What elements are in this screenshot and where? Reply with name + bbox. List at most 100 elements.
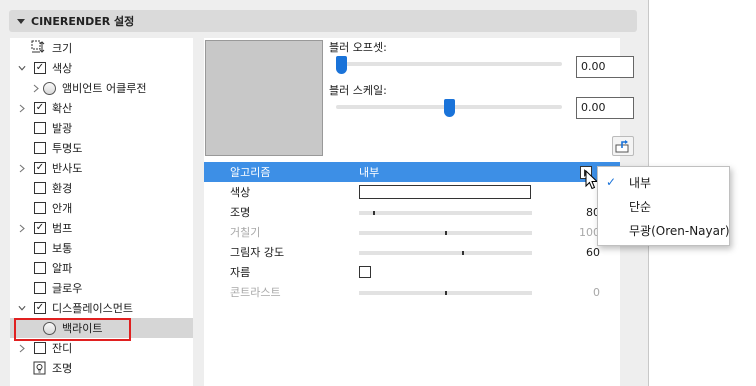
tree-item-label: 크기 xyxy=(52,42,73,55)
tree-item-alpha[interactable]: 알파 xyxy=(10,258,193,278)
checkbox[interactable] xyxy=(34,262,46,274)
annotation-highlight-box xyxy=(14,318,131,341)
tree-item-glow[interactable]: 글로우 xyxy=(10,278,193,298)
tree-item-label: 디스플레이스먼트 xyxy=(52,302,133,315)
blur-offset-track[interactable] xyxy=(336,62,562,66)
contrast-label: 콘트라스트 xyxy=(230,286,281,299)
chevron-right-icon[interactable] xyxy=(18,164,26,172)
tree-item-luminance[interactable]: 발광 xyxy=(10,118,193,138)
tree-item-ambient-occlusion[interactable]: 앰비언트 어클루전 xyxy=(10,78,193,98)
section-title: CINERENDER 설정 xyxy=(31,15,135,28)
section-header[interactable]: CINERENDER 설정 xyxy=(9,10,637,32)
checkbox[interactable]: ✓ xyxy=(34,62,46,74)
menu-item-label: 내부 xyxy=(629,175,652,190)
menu-item-label: 무광(Oren-Nayar) xyxy=(629,223,730,238)
algorithm-dropdown-menu: ✓ 내부 단순 무광(Oren-Nayar) xyxy=(597,166,730,246)
shadow-intensity-slider[interactable] xyxy=(359,251,532,255)
menu-item-oren-nayar[interactable]: 무광(Oren-Nayar) xyxy=(598,218,730,242)
material-preview xyxy=(205,40,323,156)
illumination-value: 80 xyxy=(586,205,600,219)
tree-item-displacement[interactable]: ✓ 디스플레이스먼트 xyxy=(10,298,193,318)
illumination-slider[interactable] xyxy=(359,211,532,215)
export-preview-button[interactable] xyxy=(612,136,634,156)
menu-item-simple[interactable]: 단순 xyxy=(598,194,729,218)
blur-scale-label: 블러 스케일: xyxy=(329,84,387,97)
tree-item-label: 글로우 xyxy=(52,282,83,295)
roughness-slider[interactable] xyxy=(359,231,532,235)
chevron-right-icon[interactable] xyxy=(18,104,26,112)
tree-item-label: 색상 xyxy=(52,62,73,75)
tree-item-label: 반사도 xyxy=(52,162,83,175)
radio-sphere-icon[interactable] xyxy=(43,82,56,95)
tree-item-color[interactable]: ✓ 색상 xyxy=(10,58,193,78)
table-row-contrast[interactable]: 콘트라스트 0 xyxy=(204,282,620,302)
shadow-intensity-value: 60 xyxy=(586,245,600,259)
roughness-label: 거칠기 xyxy=(230,226,261,239)
checkbox[interactable]: ✓ xyxy=(34,222,46,234)
chevron-down-icon[interactable] xyxy=(18,304,26,312)
tree-item-transparency[interactable]: 투명도 xyxy=(10,138,193,158)
checkbox[interactable] xyxy=(34,182,46,194)
light-bulb-icon xyxy=(32,361,46,375)
checkbox[interactable]: ✓ xyxy=(34,302,46,314)
tree-item-label: 안개 xyxy=(52,202,73,215)
table-row-shadow-intensity[interactable]: 그림자 강도 60 xyxy=(204,242,620,262)
chevron-right-icon[interactable] xyxy=(18,224,26,232)
color-swatch[interactable] xyxy=(359,185,531,199)
blur-offset-input[interactable]: 0.00 xyxy=(576,56,634,78)
menu-item-internal[interactable]: ✓ 내부 xyxy=(598,170,729,194)
chevron-right-icon[interactable] xyxy=(32,84,40,92)
clip-checkbox[interactable] xyxy=(359,266,371,278)
blur-offset-slider[interactable] xyxy=(336,56,347,74)
slider-marker xyxy=(462,251,464,255)
checkbox[interactable] xyxy=(34,142,46,154)
tree-item-label: 확산 xyxy=(52,102,73,115)
slider-marker xyxy=(373,211,375,215)
checkbox[interactable] xyxy=(34,342,46,354)
slider-marker xyxy=(445,231,447,235)
tree-item-illumination[interactable]: 조명 xyxy=(10,358,193,378)
tree-item-bump[interactable]: ✓ 범프 xyxy=(10,218,193,238)
tree-item-label: 투명도 xyxy=(52,142,83,155)
resize-icon xyxy=(31,40,45,54)
blur-scale-slider[interactable] xyxy=(444,99,455,117)
tree-item-normal[interactable]: 보통 xyxy=(10,238,193,258)
tree-item-label: 앰비언트 어클루전 xyxy=(62,82,147,95)
collapse-triangle-icon[interactable] xyxy=(17,18,25,24)
chevron-right-icon[interactable] xyxy=(18,344,26,352)
blur-scale-input[interactable]: 0.00 xyxy=(576,97,634,119)
checkbox[interactable]: ✓ xyxy=(34,102,46,114)
tree-item-label: 잔디 xyxy=(52,342,73,355)
tree-item-grass[interactable]: 잔디 xyxy=(10,338,193,358)
table-row-clip[interactable]: 자름 xyxy=(204,262,620,282)
roughness-value: 100 xyxy=(579,225,600,239)
checkbox[interactable] xyxy=(34,202,46,214)
tree-item-label: 발광 xyxy=(52,122,73,135)
table-row-illumination[interactable]: 조명 80 xyxy=(204,202,620,222)
contrast-value: 0 xyxy=(593,285,600,299)
tree-item-environment[interactable]: 환경 xyxy=(10,178,193,198)
tree-item-label: 범프 xyxy=(52,222,73,235)
tree-item-size[interactable]: 크기 xyxy=(10,38,193,58)
checkbox[interactable]: ✓ xyxy=(34,162,46,174)
table-row-roughness[interactable]: 거칠기 100 xyxy=(204,222,620,242)
contrast-slider[interactable] xyxy=(359,291,532,295)
tree-item-reflectance[interactable]: ✓ 반사도 xyxy=(10,158,193,178)
tree-item-label: 환경 xyxy=(52,182,73,195)
algorithm-label: 알고리즘 xyxy=(230,166,271,179)
checkbox[interactable] xyxy=(34,122,46,134)
table-row-color[interactable]: 색상 xyxy=(204,182,620,202)
tree-item-label: 조명 xyxy=(52,362,73,375)
tree-item-fog[interactable]: 안개 xyxy=(10,198,193,218)
checkbox[interactable] xyxy=(34,282,46,294)
blur-offset-label: 블러 오프셋: xyxy=(329,41,387,54)
chevron-down-icon[interactable] xyxy=(18,64,26,72)
table-row-algorithm[interactable]: 알고리즘 내부 xyxy=(204,162,620,182)
shadow-intensity-label: 그림자 강도 xyxy=(230,246,285,259)
slider-marker xyxy=(445,291,447,295)
tree-item-diffusion[interactable]: ✓ 확산 xyxy=(10,98,193,118)
checkmark-icon: ✓ xyxy=(606,175,617,189)
menu-item-label: 단순 xyxy=(629,199,652,214)
checkbox[interactable] xyxy=(34,242,46,254)
tree-item-label: 알파 xyxy=(52,262,73,275)
